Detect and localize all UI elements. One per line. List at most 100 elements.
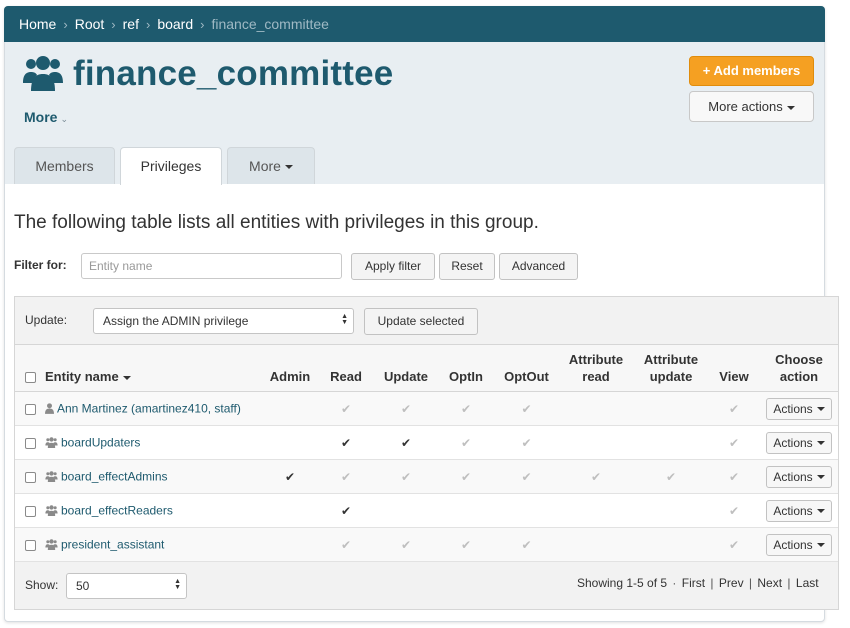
check-icon: ✔: [460, 436, 472, 450]
breadcrumb-separator: ›: [145, 16, 151, 32]
optout-cell: ✔: [495, 425, 558, 460]
check-icon: ✔: [340, 504, 352, 518]
entity-name-cell: boardUpdaters: [45, 425, 263, 460]
actions-button[interactable]: Actions: [766, 533, 832, 556]
showing-count: Showing 1-5 of 5: [577, 576, 668, 590]
check-icon: ✔: [521, 402, 532, 416]
entity-name-link[interactable]: board_effectReaders: [61, 504, 173, 518]
tab-privileges[interactable]: Privileges: [120, 147, 222, 185]
update-cell: ✔: [375, 391, 437, 426]
pagination-dot: ·: [672, 576, 677, 590]
chevron-down-icon: ⌄: [60, 114, 68, 124]
page-size-select[interactable]: 50 ▲ ▼: [66, 573, 187, 599]
choose-action-header: Choose action: [760, 344, 838, 392]
breadcrumb-board[interactable]: board: [157, 16, 193, 32]
optin-cell: ✔: [437, 391, 495, 426]
update-cell: ✔: [375, 459, 437, 494]
check-icon: ✔: [521, 538, 532, 552]
choose-action-header-line1: Choose: [775, 352, 823, 367]
caret-down-icon: [816, 543, 825, 548]
tab-members[interactable]: Members: [14, 147, 115, 184]
attribute-update-cell: [634, 493, 708, 528]
apply-filter-button[interactable]: Apply filter: [351, 253, 435, 280]
last-page-link[interactable]: Last: [796, 576, 819, 590]
read-cell: ✔: [317, 425, 375, 460]
entity-name-link[interactable]: president_assistant: [61, 538, 164, 552]
check-icon: ✔: [728, 402, 740, 416]
entity-name-header[interactable]: Entity name: [45, 344, 263, 392]
entity-name-link[interactable]: board_effectAdmins: [61, 470, 168, 484]
more-actions-button[interactable]: More actions: [689, 91, 814, 122]
select-all-checkbox[interactable]: [24, 372, 36, 384]
breadcrumb: Home › Root › ref › board › finance_comm…: [4, 6, 825, 42]
entity-filter-input[interactable]: [81, 253, 342, 279]
breadcrumb-home[interactable]: Home: [19, 16, 56, 32]
breadcrumb-root[interactable]: Root: [75, 16, 105, 32]
read-cell: ✔: [317, 459, 375, 494]
group-icon: [45, 436, 58, 451]
actions-cell: Actions: [760, 527, 838, 562]
row-select-cell: [15, 527, 45, 562]
actions-button[interactable]: Actions: [766, 431, 832, 454]
check-icon: ✔: [728, 504, 740, 518]
admin-cell: ✔: [263, 459, 317, 494]
pagination-separator: |: [787, 576, 791, 590]
row-checkbox[interactable]: [24, 540, 36, 552]
attribute-update-cell: [634, 425, 708, 460]
first-page-link[interactable]: First: [682, 576, 705, 590]
actions-cell: Actions: [760, 459, 838, 494]
optin-cell: [437, 493, 495, 528]
view-cell: ✔: [708, 425, 760, 460]
advanced-button[interactable]: Advanced: [499, 253, 578, 280]
check-icon: ✔: [340, 436, 352, 450]
add-members-button[interactable]: + Add members: [689, 56, 814, 86]
optin-cell: ✔: [437, 459, 495, 494]
check-icon: ✔: [340, 402, 352, 416]
reset-button[interactable]: Reset: [439, 253, 495, 280]
actions-label: Actions: [773, 537, 813, 552]
entity-name-link[interactable]: Ann Martinez (amartinez410, staff): [57, 402, 241, 416]
update-label: Update:: [25, 313, 68, 327]
caret-down-icon: [816, 407, 825, 412]
check-icon: ✔: [521, 436, 532, 450]
row-checkbox[interactable]: [24, 506, 36, 518]
attribute-update-cell: [634, 527, 708, 562]
entity-name-cell: president_assistant: [45, 527, 263, 562]
update-cell: [375, 493, 437, 528]
lead-text: The following table lists all entities w…: [14, 212, 539, 233]
attribute-update-header: Attribute update: [634, 344, 708, 392]
check-icon: ✔: [400, 436, 412, 450]
prev-page-link[interactable]: Prev: [719, 576, 744, 590]
entity-name-cell: Ann Martinez (amartinez410, staff): [45, 391, 263, 426]
actions-button[interactable]: Actions: [766, 397, 832, 420]
more-menu-link[interactable]: More ⌄: [24, 109, 68, 125]
table-header-row: Entity name Admin Read Update OptIn OptO…: [15, 344, 838, 392]
optout-cell: ✔: [495, 459, 558, 494]
actions-cell: Actions: [760, 425, 838, 460]
read-header: Read: [317, 344, 375, 392]
pagination: Showing 1-5 of 5 · First | Prev | Next |…: [577, 576, 819, 590]
table-row: Ann Martinez (amartinez410, staff) ✔ ✔ ✔ ✔ ✔ A…: [15, 391, 838, 426]
sort-caret-icon: [122, 375, 131, 380]
check-icon: ✔: [590, 470, 602, 484]
update-selected-button[interactable]: Update selected: [364, 308, 478, 335]
tab-more[interactable]: More: [227, 147, 315, 184]
privileges-table-body: Ann Martinez (amartinez410, staff) ✔ ✔ ✔ ✔ ✔ A…: [15, 391, 838, 562]
actions-button[interactable]: Actions: [766, 499, 832, 522]
attribute-read-cell: ✔: [558, 459, 634, 494]
check-icon: ✔: [728, 436, 740, 450]
privileges-panel: Update: Assign the ADMIN privilege ▲ ▼ Up…: [14, 296, 839, 610]
more-label: More: [24, 109, 58, 125]
privilege-select[interactable]: Assign the ADMIN privilege ▲ ▼: [93, 308, 354, 334]
actions-button[interactable]: Actions: [766, 465, 832, 488]
admin-cell: [263, 391, 317, 426]
row-checkbox[interactable]: [24, 404, 36, 416]
row-checkbox[interactable]: [24, 438, 36, 450]
next-page-link[interactable]: Next: [757, 576, 782, 590]
group-icon: [45, 504, 58, 519]
row-checkbox[interactable]: [24, 472, 36, 484]
entity-name-link[interactable]: boardUpdaters: [61, 436, 140, 450]
updown-arrows-icon: ▲ ▼: [174, 578, 181, 591]
entity-name-cell: board_effectReaders: [45, 493, 263, 528]
breadcrumb-ref[interactable]: ref: [123, 16, 139, 32]
